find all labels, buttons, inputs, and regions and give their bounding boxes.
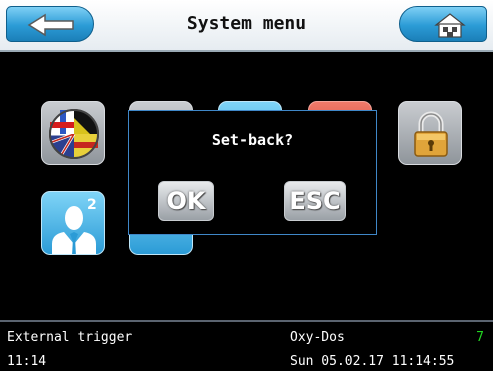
user-level-label: 2 (87, 197, 97, 213)
status-bar: External trigger 11:14 Oxy-Dos 7 Sun 05.… (0, 320, 493, 371)
header-bar: System menu (0, 0, 493, 52)
back-button[interactable] (6, 6, 94, 42)
language-tile[interactable] (41, 101, 105, 165)
setback-dialog: Set-back? OK ESC (128, 110, 377, 235)
mode-value: 7 (476, 330, 484, 345)
home-button[interactable] (399, 6, 487, 42)
mode-label: Oxy-Dos (290, 330, 345, 345)
language-flags-icon (49, 109, 99, 159)
page-title: System menu (186, 13, 307, 34)
trigger-status: External trigger (7, 330, 133, 345)
home-icon (434, 13, 466, 38)
ok-button[interactable]: OK (158, 181, 214, 221)
screen: System menu 2 Set-back? OK ESC External … (0, 0, 493, 371)
dialog-title: Set-back? (211, 131, 294, 149)
esc-button[interactable]: ESC (284, 181, 346, 221)
user-level-tile[interactable]: 2 (41, 191, 105, 255)
status-time: 11:14 (7, 354, 47, 369)
status-datetime: Sun 05.02.17 11:14:55 (290, 354, 455, 369)
back-arrow-icon (27, 13, 74, 37)
lock-tile[interactable] (398, 101, 462, 165)
padlock-icon (414, 111, 448, 157)
